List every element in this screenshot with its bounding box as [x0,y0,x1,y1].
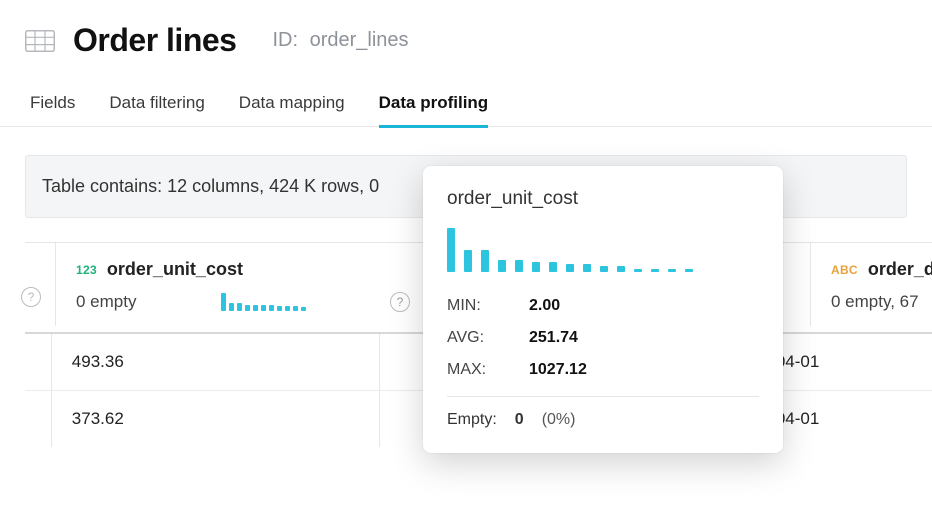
row-help-icon[interactable]: ? [21,287,41,307]
row-gutter [25,391,51,447]
empty-count: 0 empty [76,292,136,312]
stat-avg: AVG: 251.74 [447,322,759,354]
stat-value: 251.74 [529,329,578,347]
page-title: Order lines [73,22,236,59]
sparkline-mini [221,293,306,311]
type-badge-text: ABC [831,263,858,277]
stat-value: 0 [515,411,524,429]
stat-max: MAX: 1027.12 [447,354,759,386]
stat-label: MIN: [447,297,501,315]
tab-data-mapping[interactable]: Data mapping [239,93,345,128]
column-header-order-d[interactable]: ABC order_d 0 empty, 67 [810,243,932,326]
gutter-column: ? [25,243,55,326]
row-gutter [25,334,51,390]
cell: 493.36 [51,334,379,390]
cell: 373.62 [51,391,379,447]
column-name: order_unit_cost [107,259,243,280]
table-icon [25,30,55,52]
stat-label: MAX: [447,361,501,379]
column-name: order_d [868,259,932,280]
sparkline-histogram [447,228,759,272]
empty-count: 0 empty, 67 [831,292,919,312]
divider [447,396,759,397]
type-badge-numeric: 123 [76,263,97,277]
id-label: ID: [272,29,298,51]
stat-min: MIN: 2.00 [447,290,759,322]
id-block: ID: order_lines [272,29,408,52]
tab-data-filtering[interactable]: Data filtering [109,93,204,128]
popover-title: order_unit_cost [447,188,759,210]
page-header: Order lines ID: order_lines [0,0,932,59]
tab-data-profiling[interactable]: Data profiling [379,93,489,128]
stat-value: 2.00 [529,297,560,315]
tabs: Fields Data filtering Data mapping Data … [0,59,932,127]
tab-fields[interactable]: Fields [30,93,75,128]
stat-value: 1027.12 [529,361,587,379]
id-value: order_lines [310,29,409,51]
stat-empty: Empty: 0 (0%) [447,405,759,435]
stat-pct: (0%) [542,411,576,429]
help-icon[interactable]: ? [390,292,410,312]
column-header-order-unit-cost[interactable]: 123 order_unit_cost 0 empty ? [55,243,430,326]
column-stats-popover: order_unit_cost MIN: 2.00 AVG: 251.74 MA… [423,166,783,453]
stat-label: Empty: [447,411,497,429]
stat-label: AVG: [447,329,501,347]
